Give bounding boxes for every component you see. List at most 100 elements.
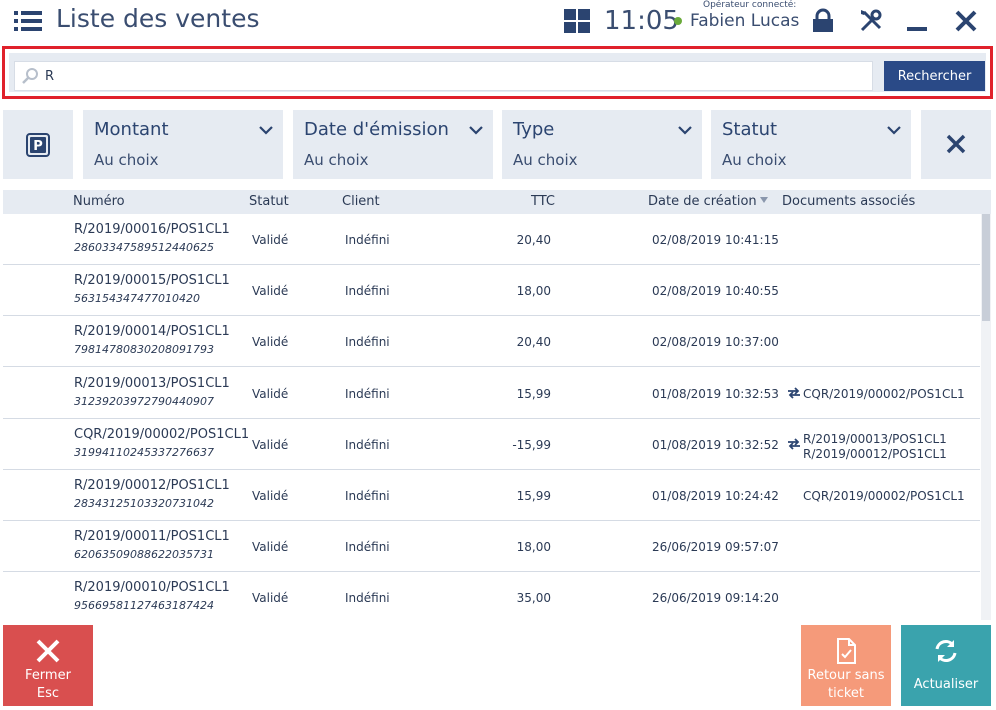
sale-client: Indéfini — [345, 233, 390, 247]
sale-number: R/2019/00014/POS1CL1 — [74, 324, 230, 340]
sale-date: 26/06/2019 09:14:20 — [652, 591, 779, 606]
parking-button[interactable]: P — [3, 110, 73, 179]
sale-total: 18,00 — [516, 284, 551, 299]
sale-client: Indéfini — [345, 335, 390, 350]
sale-total: 15,99 — [516, 386, 551, 401]
column-header-date-label: Date de création — [648, 194, 757, 209]
header: Liste des ventes 11:05 Opérateur connect… — [0, 0, 996, 42]
refresh-button[interactable]: Actualiser — [901, 625, 991, 706]
table-row[interactable]: R/2019/00010/POS1CL1 95669581127463187424… — [3, 572, 980, 620]
search-button[interactable]: Rechercher — [884, 61, 985, 91]
filter-statut[interactable]: Statut Au choix — [711, 110, 911, 179]
sale-number: R/2019/00015/POS1CL1 — [74, 273, 230, 289]
document-icon — [837, 638, 856, 664]
filter-value: Au choix — [94, 151, 159, 169]
sale-date: 02/08/2019 10:40:55 — [652, 284, 779, 299]
sale-reference: 79814780830208091793 — [74, 343, 214, 357]
close-icon[interactable] — [953, 8, 979, 34]
table-header: Numéro Statut Client TTC Date de créatio… — [3, 190, 991, 214]
return-button-label-line2: ticket — [827, 686, 865, 701]
search-bar: Rechercher — [9, 53, 986, 92]
filter-montant[interactable]: Montant Au choix — [83, 110, 283, 179]
column-header-date[interactable]: Date de création — [648, 194, 768, 209]
grid-icon[interactable] — [564, 9, 590, 33]
sale-client: Indéfini — [345, 591, 390, 606]
sale-status: Validé — [252, 386, 289, 401]
column-header-numero[interactable]: Numéro — [73, 194, 125, 209]
online-status-dot — [674, 17, 682, 25]
sale-client: Indéfini — [345, 386, 390, 401]
table-row[interactable]: R/2019/00013/POS1CL1 31239203972790440907… — [3, 368, 980, 419]
column-header-statut[interactable]: Statut — [249, 194, 289, 209]
sale-date: 01/08/2019 10:32:52 — [652, 437, 779, 452]
filter-label: Statut — [722, 119, 778, 140]
tools-icon[interactable] — [858, 8, 884, 34]
sale-date: 26/06/2019 09:57:07 — [652, 540, 779, 555]
filter-date-emission[interactable]: Date d'émission Au choix — [293, 110, 493, 179]
page-title: Liste des ventes — [56, 4, 260, 33]
linked-document: CQR/2019/00002/POS1CL1 — [803, 386, 965, 401]
parking-icon: P — [26, 133, 50, 157]
sale-reference: 563154347477010420 — [74, 292, 200, 306]
column-header-ttc[interactable]: TTC — [531, 194, 555, 209]
operator-caption: Opérateur connecté: — [703, 0, 797, 10]
return-without-ticket-button[interactable]: Retour sans ticket — [801, 625, 891, 706]
scroll-thumb[interactable] — [982, 214, 990, 321]
table-row[interactable]: R/2019/00015/POS1CL1 563154347477010420 Va… — [3, 265, 980, 317]
table-row[interactable]: R/2019/00012/POS1CL1 28343125103320731042… — [3, 470, 980, 521]
sale-reference: 95669581127463187424 — [74, 599, 214, 613]
sale-total: 15,99 — [516, 489, 551, 503]
linked-document: CQR/2019/00002/POS1CL1 — [803, 489, 965, 503]
close-button[interactable]: Fermer Esc — [3, 625, 93, 706]
table-row[interactable]: CQR/2019/00002/POS1CL1 319941102453372766… — [3, 419, 980, 470]
sale-total: 20,40 — [516, 233, 551, 247]
sale-total: -15,99 — [512, 437, 551, 452]
sale-client: Indéfini — [345, 540, 390, 555]
filter-type[interactable]: Type Au choix — [502, 110, 702, 179]
table-row[interactable]: R/2019/00016/POS1CL1 28603347589512440625… — [3, 214, 980, 265]
close-button-shortcut: Esc — [36, 686, 60, 701]
sale-date: 02/08/2019 10:41:15 — [652, 233, 779, 247]
table-row[interactable]: R/2019/00014/POS1CL1 79814780830208091793… — [3, 316, 980, 368]
sale-number: CQR/2019/00002/POS1CL1 — [74, 426, 250, 442]
sale-date: 01/08/2019 10:32:53 — [652, 386, 779, 401]
sale-status: Validé — [252, 233, 289, 247]
sale-total: 18,00 — [516, 540, 551, 555]
sort-desc-icon — [759, 197, 768, 203]
scrollbar[interactable] — [981, 214, 991, 620]
sale-reference: 31239203972790440907 — [74, 394, 214, 408]
sale-date: 02/08/2019 10:37:00 — [652, 335, 779, 350]
filter-value: Au choix — [304, 151, 369, 169]
search-input[interactable] — [45, 65, 865, 87]
sale-number: R/2019/00012/POS1CL1 — [74, 478, 230, 493]
refresh-button-label: Actualiser — [913, 677, 979, 692]
menu-icon[interactable] — [14, 10, 42, 32]
column-header-docs[interactable]: Documents associés — [782, 194, 915, 209]
minimize-icon[interactable] — [905, 8, 931, 34]
lock-icon[interactable] — [810, 8, 836, 34]
sale-number: R/2019/00016/POS1CL1 — [74, 222, 230, 237]
column-header-client[interactable]: Client — [342, 194, 380, 209]
chevron-down-icon — [887, 126, 901, 135]
sale-number: R/2019/00010/POS1CL1 — [74, 580, 230, 596]
filter-label: Date d'émission — [304, 119, 449, 140]
filter-value: Au choix — [722, 151, 787, 169]
sale-status: Validé — [252, 284, 289, 299]
sale-reference: 28603347589512440625 — [74, 241, 214, 254]
sales-table: R/2019/00016/POS1CL1 28603347589512440625… — [3, 214, 991, 620]
table-row[interactable]: R/2019/00011/POS1CL1 62063509088622035731… — [3, 521, 980, 573]
linked-document: R/2019/00012/POS1CL1 — [803, 446, 947, 461]
swap-icon — [788, 386, 800, 399]
sale-status: Validé — [252, 489, 289, 503]
svg-text:P: P — [33, 139, 43, 154]
sale-reference: 28343125103320731042 — [74, 497, 214, 510]
filter-label: Montant — [94, 119, 169, 140]
refresh-icon — [935, 640, 957, 662]
linked-document: R/2019/00013/POS1CL1 — [803, 431, 947, 446]
clear-filters-button[interactable] — [921, 110, 991, 179]
search-input-wrapper[interactable] — [14, 61, 873, 91]
search-icon — [22, 68, 38, 84]
chevron-down-icon — [259, 126, 273, 135]
chevron-down-icon — [469, 126, 483, 135]
sale-status: Validé — [252, 335, 289, 350]
